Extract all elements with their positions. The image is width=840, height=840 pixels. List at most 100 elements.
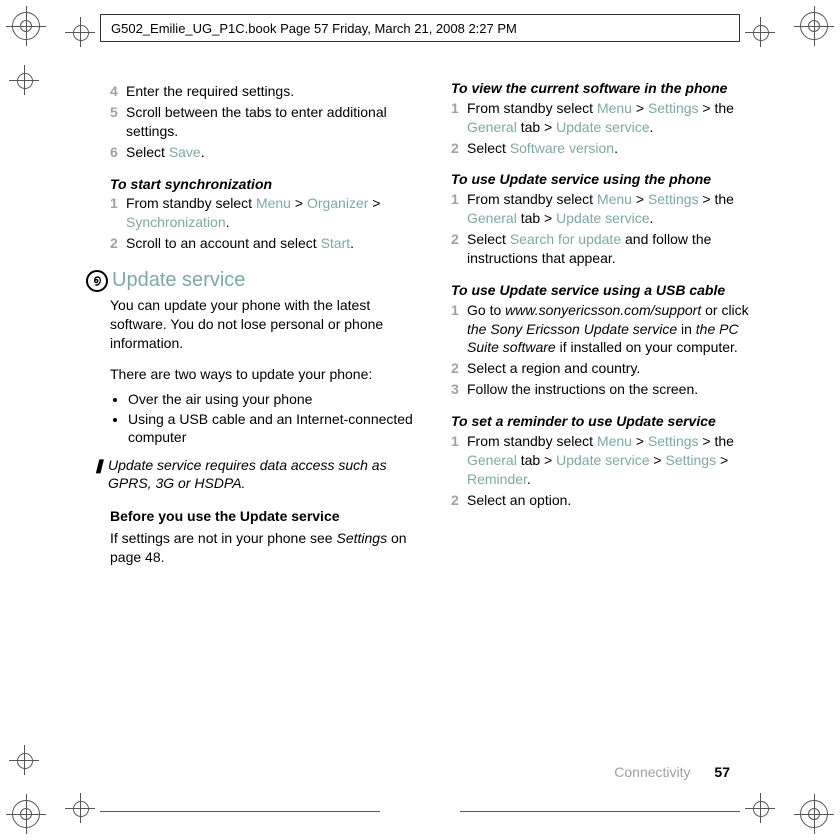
action-settings: Settings [648,433,699,449]
step-text: Select Search for update and follow the … [467,230,760,268]
text: > [650,452,666,468]
text: tab > [517,119,556,135]
step-4: 4 Enter the required settings. [110,82,419,101]
action-general: General [467,210,517,226]
subhead-view-software: To view the current software in the phon… [451,80,760,97]
reminder-step-1: 1 From standby select Menu > Settings > … [451,432,760,489]
useusb-step-1: 1 Go to www.sonyericsson.com/support or … [451,301,760,358]
text: www.sonyericsson.com/support [505,302,701,318]
action-settings: Settings [648,100,699,116]
action-search-for-update: Search for update [510,231,621,247]
text: Select [126,144,169,160]
right-column: To view the current software in the phon… [451,80,760,571]
text: . [650,210,654,226]
step-number: 2 [451,230,467,268]
text: . [201,144,205,160]
text: From standby select [467,100,597,116]
step-number: 2 [451,139,467,158]
text: Go to [467,302,505,318]
text: Select [467,231,510,247]
text: if installed on your computer. [556,339,738,355]
step-text: From standby select Menu > Settings > th… [467,432,760,489]
text: Scroll to an account and select [126,235,321,251]
step-text: Scroll to an account and select Start. [126,234,419,253]
usephone-step-1: 1 From standby select Menu > Settings > … [451,190,760,228]
step-text: Scroll between the tabs to enter additio… [126,103,419,141]
text: > [632,100,648,116]
text: or click [701,302,748,318]
before-heading: Before you use the Update service [110,507,419,526]
text: From standby select [126,195,256,211]
list-item: Using a USB cable and an Internet-connec… [128,410,419,446]
step-5: 5 Scroll between the tabs to enter addit… [110,103,419,141]
text: From standby select [467,191,597,207]
step-6: 6 Select Save. [110,143,419,162]
footer-section: Connectivity [614,764,690,780]
registration-mark [800,12,828,40]
action-general: General [467,119,517,135]
bullet-list: Over the air using your phone Using a US… [110,390,419,447]
text: > [716,452,728,468]
step-text: Enter the required settings. [126,82,419,101]
text: . [650,119,654,135]
text: > [368,195,380,211]
action-save: Save [169,144,201,160]
step-number: 1 [451,190,467,228]
text: the Sony Ericsson Update service [467,321,677,337]
step-number: 6 [110,143,126,162]
action-reminder: Reminder [467,471,527,487]
step-number: 4 [110,82,126,101]
step-number: 2 [451,359,467,378]
action-update-service: Update service [556,452,649,468]
text: > the [699,433,734,449]
divider [460,811,740,812]
list-item: Over the air using your phone [128,390,419,408]
crop-mark [750,798,770,818]
page-footer: Connectivity 57 [614,764,730,780]
text: Before you use the Update service [110,508,340,524]
action-start: Start [321,235,351,251]
useusb-step-3: 3 Follow the instructions on the screen. [451,380,760,399]
reminder-step-2: 2 Select an option. [451,491,760,510]
section-update-service: ൭ Update service [86,269,419,292]
divider [100,811,380,812]
action-menu: Menu [597,100,632,116]
viewsw-step-1: 1 From standby select Menu > Settings > … [451,99,760,137]
registration-mark [12,12,40,40]
step-number: 1 [451,99,467,137]
sync-step-1: 1 From standby select Menu > Organizer >… [110,194,419,232]
step-text: Select Save. [126,143,419,162]
step-number: 1 [451,301,467,358]
crop-mark [70,22,90,42]
action-software-version: Software version [510,140,614,156]
action-settings: Settings [648,191,699,207]
text: > the [699,191,734,207]
subhead-start-sync: To start synchronization [110,176,419,193]
section-title-text: Update service [112,269,245,292]
registration-mark [12,800,40,828]
text: Settings [336,530,387,546]
note-block: ❚ Update service requires data access su… [90,456,419,492]
step-text: Select an option. [467,491,760,510]
step-text: Follow the instructions on the screen. [467,380,760,399]
action-organizer: Organizer [307,195,368,211]
action-menu: Menu [256,195,291,211]
info-icon: ❚ [90,456,108,492]
text: > [632,433,648,449]
step-number: 1 [110,194,126,232]
action-update-service: Update service [556,119,649,135]
step-text: Go to www.sonyericsson.com/support or cl… [467,301,760,358]
text: . [226,214,230,230]
registration-mark [800,800,828,828]
action-menu: Menu [597,433,632,449]
action-settings2: Settings [665,452,716,468]
step-number: 2 [451,491,467,510]
paragraph: If settings are not in your phone see Se… [110,529,419,567]
update-service-icon: ൭ [86,270,108,292]
viewsw-step-2: 2 Select Software version. [451,139,760,158]
left-column: 4 Enter the required settings. 5 Scroll … [110,80,419,571]
text: tab > [517,210,556,226]
sync-step-2: 2 Scroll to an account and select Start. [110,234,419,253]
text: > [632,191,648,207]
print-header-text: G502_Emilie_UG_P1C.book Page 57 Friday, … [111,21,517,36]
